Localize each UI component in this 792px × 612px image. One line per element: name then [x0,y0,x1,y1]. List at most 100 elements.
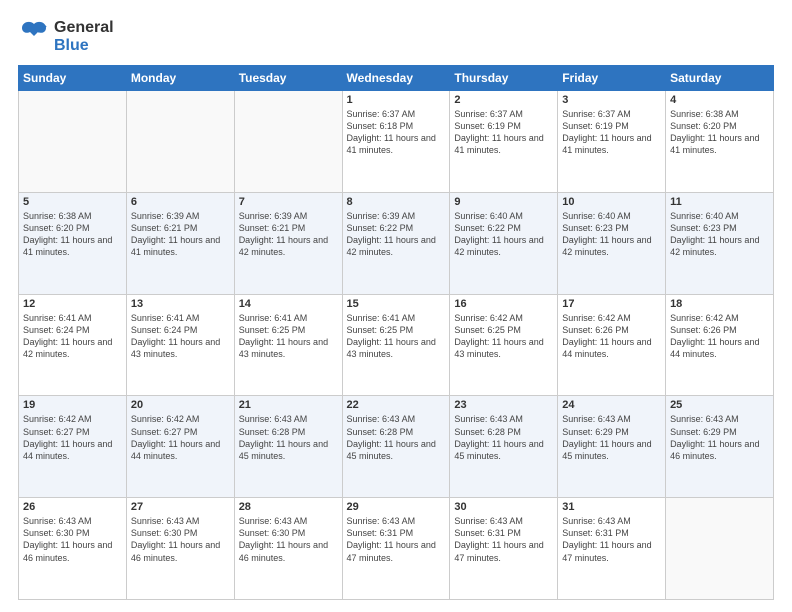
calendar-cell: 15Sunrise: 6:41 AM Sunset: 6:25 PM Dayli… [342,294,450,396]
calendar-cell: 7 Sunrise: 6:39 AM Sunset: 6:21 PM Daylig… [234,192,342,294]
day-number: 20 [131,399,230,411]
week-row-2: 5Sunrise: 6:38 AM Sunset: 6:20 PM Daylig… [19,192,774,294]
day-number: 25 [670,399,769,411]
calendar-cell: 3Sunrise: 6:37 AM Sunset: 6:19 PM Daylig… [558,91,666,193]
calendar-cell: 29 Sunrise: 6:43 AM Sunset: 6:31 PM Dayli… [342,498,450,600]
day-info: Sunrise: 6:42 AM Sunset: 6:27 PM Dayligh… [23,413,122,462]
day-info: Sunrise: 6:43 AM Sunset: 6:28 PM Dayligh… [454,413,553,462]
day-number: 17 [562,298,661,310]
day-info: Sunrise: 6:41 AM Sunset: 6:24 PM Dayligh… [131,312,230,361]
day-number: 5 [23,196,122,208]
week-row-4: 19 Sunrise: 6:42 AM Sunset: 6:27 PM Dayli… [19,396,774,498]
calendar-cell: 9Sunrise: 6:40 AM Sunset: 6:22 PM Daylig… [450,192,558,294]
day-info: Sunrise: 6:37 AM Sunset: 6:19 PM Dayligh… [454,108,553,157]
day-number: 31 [562,501,661,513]
day-number: 16 [454,298,553,310]
header: General Blue [18,18,774,55]
day-info: Sunrise: 6:43 AM Sunset: 6:31 PM Dayligh… [454,515,553,564]
day-info: Sunrise: 6:39 AM Sunset: 6:21 PM Dayligh… [131,210,230,259]
calendar-cell: 17 Sunrise: 6:42 AM Sunset: 6:26 PM Dayli… [558,294,666,396]
day-info: Sunrise: 6:43 AM Sunset: 6:29 PM Dayligh… [562,413,661,462]
header-thursday: Thursday [450,66,558,91]
day-number: 24 [562,399,661,411]
calendar-cell: 23Sunrise: 6:43 AM Sunset: 6:28 PM Dayli… [450,396,558,498]
calendar-cell: 20 Sunrise: 6:42 AM Sunset: 6:27 PM Dayli… [126,396,234,498]
day-info: Sunrise: 6:39 AM Sunset: 6:21 PM Dayligh… [239,210,338,259]
day-info: Sunrise: 6:42 AM Sunset: 6:26 PM Dayligh… [670,312,769,361]
week-row-1: 1 Sunrise: 6:37 AM Sunset: 6:18 PM Daylig… [19,91,774,193]
day-number: 2 [454,94,553,106]
calendar-cell: 6 Sunrise: 6:39 AM Sunset: 6:21 PM Daylig… [126,192,234,294]
day-info: Sunrise: 6:39 AM Sunset: 6:22 PM Dayligh… [347,210,446,259]
day-info: Sunrise: 6:42 AM Sunset: 6:26 PM Dayligh… [562,312,661,361]
day-info: Sunrise: 6:43 AM Sunset: 6:29 PM Dayligh… [670,413,769,462]
day-info: Sunrise: 6:43 AM Sunset: 6:31 PM Dayligh… [347,515,446,564]
calendar-cell: 11 Sunrise: 6:40 AM Sunset: 6:23 PM Dayli… [666,192,774,294]
day-number: 3 [562,94,661,106]
day-info: Sunrise: 6:40 AM Sunset: 6:23 PM Dayligh… [562,210,661,259]
day-number: 7 [239,196,338,208]
logo-general: General [54,19,114,37]
calendar-cell: 14Sunrise: 6:41 AM Sunset: 6:25 PM Dayli… [234,294,342,396]
day-number: 12 [23,298,122,310]
calendar-cell: 4 Sunrise: 6:38 AM Sunset: 6:20 PM Daylig… [666,91,774,193]
day-info: Sunrise: 6:43 AM Sunset: 6:30 PM Dayligh… [131,515,230,564]
week-row-5: 26Sunrise: 6:43 AM Sunset: 6:30 PM Dayli… [19,498,774,600]
day-info: Sunrise: 6:41 AM Sunset: 6:25 PM Dayligh… [347,312,446,361]
page: General Blue SundayMondayTuesdayWednesda… [0,0,792,612]
calendar-cell: 18Sunrise: 6:42 AM Sunset: 6:26 PM Dayli… [666,294,774,396]
calendar-cell: 8 Sunrise: 6:39 AM Sunset: 6:22 PM Daylig… [342,192,450,294]
header-sunday: Sunday [19,66,127,91]
logo-blue: Blue [54,37,114,55]
calendar-cell: 16 Sunrise: 6:42 AM Sunset: 6:25 PM Dayli… [450,294,558,396]
day-info: Sunrise: 6:41 AM Sunset: 6:25 PM Dayligh… [239,312,338,361]
day-info: Sunrise: 6:43 AM Sunset: 6:28 PM Dayligh… [239,413,338,462]
week-row-3: 12 Sunrise: 6:41 AM Sunset: 6:24 PM Dayli… [19,294,774,396]
calendar-cell: 19 Sunrise: 6:42 AM Sunset: 6:27 PM Dayli… [19,396,127,498]
day-info: Sunrise: 6:40 AM Sunset: 6:22 PM Dayligh… [454,210,553,259]
day-number: 30 [454,501,553,513]
day-info: Sunrise: 6:43 AM Sunset: 6:31 PM Dayligh… [562,515,661,564]
day-number: 1 [347,94,446,106]
header-saturday: Saturday [666,66,774,91]
calendar: SundayMondayTuesdayWednesdayThursdayFrid… [18,65,774,600]
calendar-cell: 22Sunrise: 6:43 AM Sunset: 6:28 PM Dayli… [342,396,450,498]
day-info: Sunrise: 6:42 AM Sunset: 6:27 PM Dayligh… [131,413,230,462]
calendar-cell: 12 Sunrise: 6:41 AM Sunset: 6:24 PM Dayli… [19,294,127,396]
calendar-cell [19,91,127,193]
header-friday: Friday [558,66,666,91]
day-number: 28 [239,501,338,513]
calendar-cell [234,91,342,193]
calendar-cell: 31 Sunrise: 6:43 AM Sunset: 6:31 PM Dayli… [558,498,666,600]
header-monday: Monday [126,66,234,91]
day-number: 10 [562,196,661,208]
day-number: 6 [131,196,230,208]
day-number: 21 [239,399,338,411]
day-info: Sunrise: 6:38 AM Sunset: 6:20 PM Dayligh… [670,108,769,157]
calendar-cell: 10 Sunrise: 6:40 AM Sunset: 6:23 PM Dayli… [558,192,666,294]
calendar-cell: 5Sunrise: 6:38 AM Sunset: 6:20 PM Daylig… [19,192,127,294]
calendar-cell: 1 Sunrise: 6:37 AM Sunset: 6:18 PM Daylig… [342,91,450,193]
day-number: 29 [347,501,446,513]
day-number: 11 [670,196,769,208]
header-wednesday: Wednesday [342,66,450,91]
calendar-cell: 13Sunrise: 6:41 AM Sunset: 6:24 PM Dayli… [126,294,234,396]
calendar-cell: 27Sunrise: 6:43 AM Sunset: 6:30 PM Dayli… [126,498,234,600]
calendar-cell: 2 Sunrise: 6:37 AM Sunset: 6:19 PM Daylig… [450,91,558,193]
calendar-cell: 25 Sunrise: 6:43 AM Sunset: 6:29 PM Dayli… [666,396,774,498]
day-info: Sunrise: 6:40 AM Sunset: 6:23 PM Dayligh… [670,210,769,259]
calendar-cell: 21 Sunrise: 6:43 AM Sunset: 6:28 PM Dayli… [234,396,342,498]
calendar-cell: 28 Sunrise: 6:43 AM Sunset: 6:30 PM Dayli… [234,498,342,600]
calendar-cell [666,498,774,600]
day-info: Sunrise: 6:41 AM Sunset: 6:24 PM Dayligh… [23,312,122,361]
day-info: Sunrise: 6:37 AM Sunset: 6:18 PM Dayligh… [347,108,446,157]
day-number: 4 [670,94,769,106]
calendar-cell: 26Sunrise: 6:43 AM Sunset: 6:30 PM Dayli… [19,498,127,600]
day-number: 8 [347,196,446,208]
calendar-cell [126,91,234,193]
day-info: Sunrise: 6:42 AM Sunset: 6:25 PM Dayligh… [454,312,553,361]
day-number: 22 [347,399,446,411]
logo: General Blue [18,18,114,55]
day-info: Sunrise: 6:43 AM Sunset: 6:30 PM Dayligh… [239,515,338,564]
day-number: 19 [23,399,122,411]
